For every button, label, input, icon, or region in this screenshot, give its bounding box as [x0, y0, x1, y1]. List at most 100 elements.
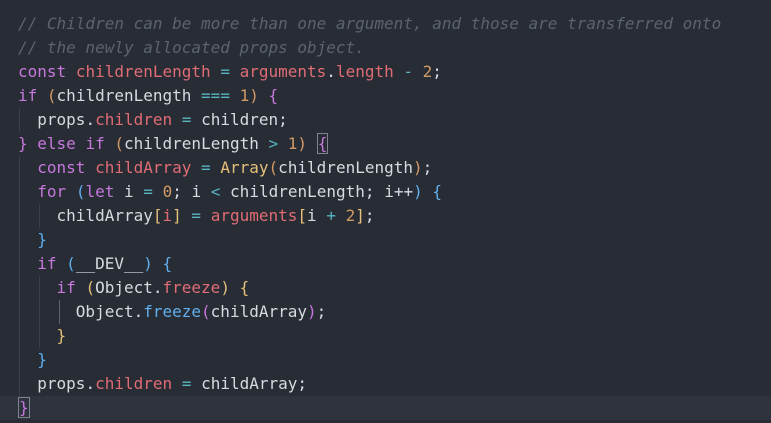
identifier: i: [191, 182, 202, 201]
comment: // Children can be more than one argumen…: [18, 14, 722, 33]
paren: ): [249, 86, 259, 105]
code-line-12[interactable]: if (Object.freeze) {: [18, 276, 771, 300]
identifier: childArray: [210, 302, 307, 321]
code-line-4[interactable]: if (childrenLength === 1) {: [18, 84, 771, 108]
property: freeze: [162, 278, 221, 297]
paren: ): [143, 254, 153, 273]
brace-match-highlight: {: [316, 133, 329, 154]
code-line-14[interactable]: }: [18, 324, 771, 348]
identifier: i++: [384, 182, 414, 201]
number: 2: [422, 62, 433, 81]
keyword: let: [85, 182, 115, 201]
punctuation: .: [152, 278, 163, 297]
punctuation: ;: [422, 158, 433, 177]
property: children: [95, 110, 173, 129]
brace: }: [56, 326, 67, 345]
code-line-6[interactable]: } else if (childrenLength > 1) {: [18, 132, 771, 156]
identifier: childArray: [201, 374, 298, 393]
punctuation: ;: [278, 110, 288, 129]
keyword: if: [85, 134, 105, 153]
code-line-16[interactable]: props.children = childArray;: [18, 372, 771, 396]
operator: =: [181, 110, 192, 129]
code-line-11[interactable]: if (__DEV__) {: [18, 252, 771, 276]
variable: childArray: [95, 158, 192, 177]
brace: {: [268, 86, 279, 105]
code-line-7[interactable]: const childArray = Array(childrenLength)…: [18, 156, 771, 180]
identifier: childrenLength: [278, 158, 413, 177]
operator: =: [220, 62, 230, 81]
paren: ): [220, 278, 230, 297]
bracket: ]: [355, 206, 365, 225]
code-line-2[interactable]: // the newly allocated props object.: [18, 36, 771, 60]
punctuation: .: [326, 62, 336, 81]
operator: +: [326, 206, 336, 225]
code-line-10[interactable]: }: [18, 228, 771, 252]
property: children: [95, 374, 173, 393]
code-line-1[interactable]: // Children can be more than one argumen…: [18, 12, 771, 36]
operator: ===: [201, 86, 230, 105]
identifier: children: [201, 110, 279, 129]
punctuation: .: [85, 110, 96, 129]
paren: (: [268, 158, 279, 177]
identifier: props: [37, 374, 86, 393]
bracket: ]: [172, 206, 182, 225]
identifier: i: [124, 182, 134, 201]
keyword: if: [56, 278, 76, 297]
variable: arguments: [239, 62, 327, 81]
code-area[interactable]: // Children can be more than one argumen…: [0, 12, 771, 420]
punctuation: ;: [364, 206, 375, 225]
code-line-15[interactable]: }: [18, 348, 771, 372]
paren: (: [85, 278, 96, 297]
operator: -: [403, 62, 414, 81]
number: 0: [162, 182, 173, 201]
function: Array: [220, 158, 269, 177]
punctuation: ;: [172, 182, 182, 201]
property: length: [335, 62, 394, 81]
identifier: Object: [95, 278, 153, 297]
operator: <: [210, 182, 221, 201]
keyword: for: [37, 182, 67, 201]
bracket: [: [152, 206, 163, 225]
brace: }: [37, 350, 47, 369]
brace: {: [162, 254, 173, 273]
identifier: props: [37, 110, 86, 129]
code-line-17-current[interactable]: }: [0, 396, 771, 420]
punctuation: ;: [364, 182, 375, 201]
keyword: const: [18, 62, 67, 81]
paren: (: [75, 182, 86, 201]
paren: (: [66, 254, 76, 273]
code-line-3[interactable]: const childrenLength = arguments.length …: [18, 60, 771, 84]
identifier: __DEV__: [75, 254, 144, 273]
variable: i: [162, 206, 173, 225]
method: freeze: [143, 302, 202, 321]
code-line-5[interactable]: props.children = children;: [18, 108, 771, 132]
keyword: if: [37, 254, 57, 273]
keyword: const: [37, 158, 86, 177]
punctuation: ;: [432, 62, 442, 81]
paren: ): [413, 158, 423, 177]
paren: (: [46, 86, 57, 105]
number: 2: [345, 206, 356, 225]
paren: (: [201, 302, 211, 321]
code-line-8[interactable]: for (let i = 0; i < childrenLength; i++)…: [18, 180, 771, 204]
operator: =: [191, 206, 202, 225]
comment: // the newly allocated props object.: [18, 38, 365, 57]
code-line-9[interactable]: childArray[i] = arguments[i + 2];: [18, 204, 771, 228]
punctuation: ;: [297, 374, 308, 393]
number: 1: [287, 134, 298, 153]
code-editor[interactable]: // Children can be more than one argumen…: [0, 0, 771, 423]
punctuation: ;: [316, 302, 327, 321]
brace: }: [18, 134, 28, 153]
paren: ): [307, 302, 317, 321]
paren: (: [114, 134, 124, 153]
paren: ): [297, 134, 308, 153]
operator: >: [268, 134, 279, 153]
identifier: Object: [75, 302, 134, 321]
code-line-13[interactable]: Object.freeze(childArray);: [18, 300, 771, 324]
identifier: childrenLength: [230, 182, 365, 201]
brace-match-highlight: }: [18, 397, 30, 418]
identifier: childrenLength: [56, 86, 192, 105]
brace: }: [37, 230, 47, 249]
identifier: childrenLength: [124, 134, 259, 153]
variable: arguments: [210, 206, 298, 225]
